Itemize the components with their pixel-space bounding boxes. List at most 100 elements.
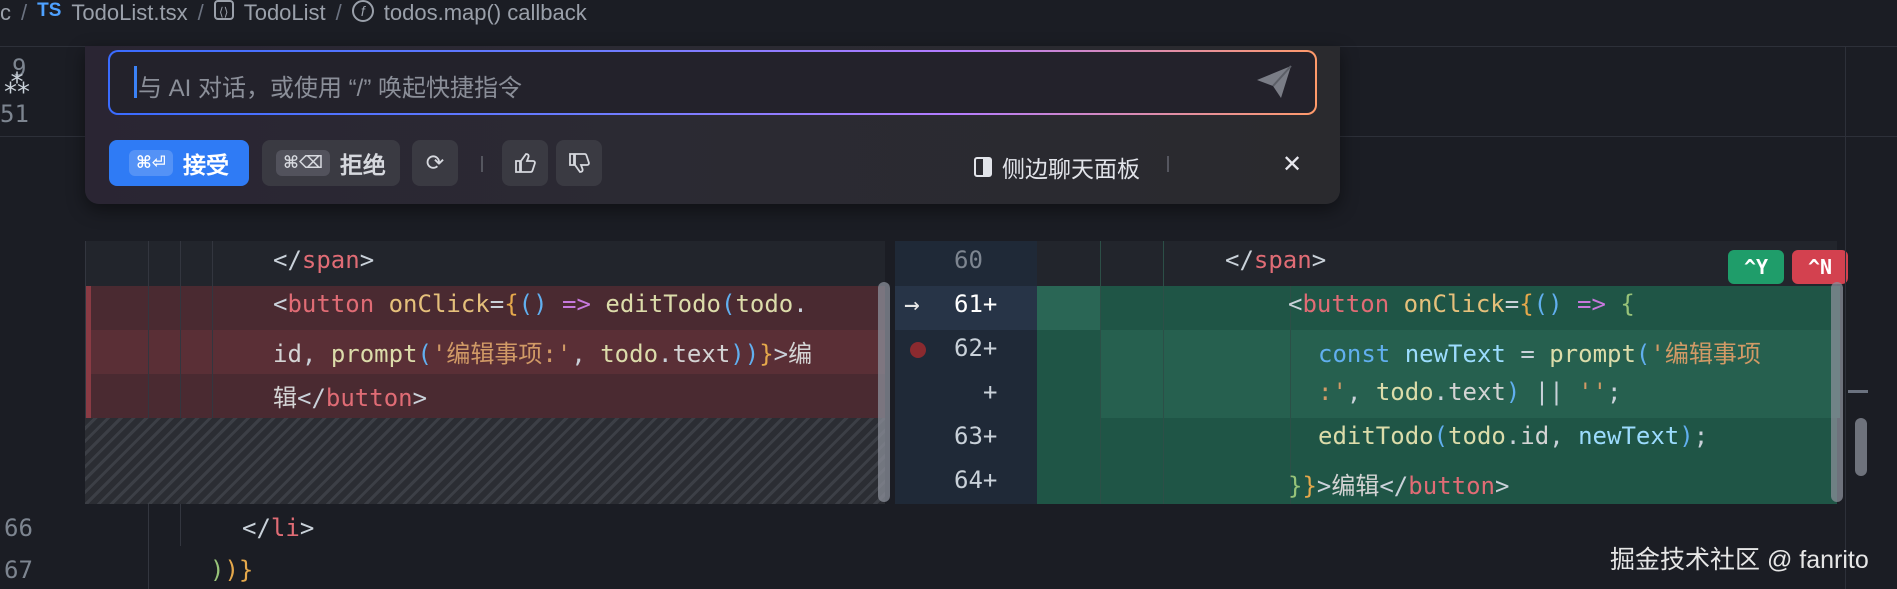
indent-guide	[212, 241, 213, 418]
code-token: '编辑事项	[1650, 340, 1761, 368]
send-icon[interactable]	[1255, 64, 1293, 100]
code-line: }}>编辑</button>	[1288, 472, 1510, 500]
side-panel-icon	[974, 157, 992, 177]
chat-input[interactable]: 与 AI 对话，或使用 “/” 唤起快捷指令	[108, 50, 1317, 115]
code-line: </span>	[273, 246, 375, 274]
added-indent-highlight	[1037, 286, 1100, 330]
close-icon[interactable]: ✕	[1282, 150, 1302, 178]
accept-button[interactable]: ⌘⏎ 接受	[109, 140, 249, 186]
code-token: 编辑	[1331, 472, 1380, 500]
breadcrumb-separator: /	[335, 0, 342, 25]
accept-change-button[interactable]: ^Y	[1728, 250, 1784, 284]
editor-scroll-track	[1845, 46, 1846, 589]
code-token: todo	[1448, 422, 1506, 450]
overview-ruler-mark	[1848, 390, 1868, 393]
breadcrumb-component[interactable]: TodoList	[244, 0, 326, 26]
code-token: prompt	[330, 340, 418, 368]
inline-chat-panel: 与 AI 对话，或使用 “/” 唤起快捷指令 ⌘⏎ 接受 ⌘⌫ 拒绝 ⟳ 侧边聊…	[85, 46, 1340, 204]
code-token: id	[273, 340, 302, 368]
line-number: 66	[4, 514, 33, 542]
side-chat-panel-button[interactable]: 侧边聊天面板	[974, 150, 1140, 184]
code-token: const	[1318, 340, 1391, 368]
code-line: ))}	[210, 556, 254, 584]
code-token: button	[1408, 472, 1495, 500]
code-token: prompt	[1549, 340, 1636, 368]
code-token: button	[325, 384, 413, 412]
toolbar-divider	[481, 156, 483, 172]
indent-guide	[85, 241, 86, 418]
code-line: editTodo(todo.id, newText);	[1318, 422, 1709, 450]
diff-gutter	[895, 241, 1037, 504]
code-token: todo	[600, 340, 659, 368]
indent-guide	[148, 504, 149, 589]
code-token: onClick	[388, 290, 490, 318]
accept-shortcut: ⌘⏎	[128, 150, 173, 176]
code-token: 辑	[273, 384, 297, 412]
left-context-line	[85, 241, 885, 286]
breadcrumb: c / TS TodoList.tsx / ⟨⟩ TodoList / f to…	[0, 0, 1897, 47]
accept-label: 接受	[183, 152, 229, 178]
code-token: :'	[1318, 378, 1347, 406]
reject-button[interactable]: ⌘⌫ 拒绝	[262, 140, 400, 186]
code-token: '编辑事项:'	[431, 340, 572, 368]
line-number: 62+	[954, 334, 998, 362]
code-token: newText	[1578, 422, 1680, 450]
code-token: editTodo	[1318, 422, 1434, 450]
editor-scrollbar[interactable]	[1855, 418, 1867, 476]
toolbar-divider	[1167, 156, 1169, 172]
code-token: todo	[1375, 378, 1434, 406]
indent-guide	[148, 241, 149, 418]
code-line: 辑</button>	[273, 384, 428, 412]
left-scrollbar[interactable]	[878, 282, 890, 502]
indent-guide	[180, 241, 181, 418]
code-line: </li>	[242, 514, 315, 542]
code-token: text	[672, 340, 731, 368]
line-number: 61+	[954, 290, 998, 318]
arrow-right-icon: →	[904, 290, 920, 320]
breadcrumb-file[interactable]: TodoList.tsx	[71, 0, 187, 26]
indent-guide	[1163, 241, 1164, 504]
code-line: const newText = prompt('编辑事项	[1318, 340, 1761, 368]
component-icon: ⟨⟩	[213, 0, 234, 20]
line-number: 64+	[954, 466, 998, 494]
code-token: newText	[1404, 340, 1506, 368]
line-number: +	[983, 378, 998, 406]
text-cursor	[134, 66, 137, 98]
code-token: span	[1253, 246, 1312, 274]
thumbs-down-button[interactable]	[556, 140, 602, 186]
reject-label: 拒绝	[339, 152, 386, 178]
refresh-icon: ⟳	[425, 150, 445, 175]
code-token: span	[301, 246, 360, 274]
line-number: 63+	[954, 422, 998, 450]
indent-guide	[180, 504, 181, 546]
line-number: 67	[4, 556, 33, 584]
breadcrumb-callback[interactable]: todos.map() callback	[384, 0, 587, 26]
right-scrollbar[interactable]	[1831, 282, 1843, 502]
code-line: :', todo.text) || '';	[1318, 378, 1622, 406]
code-line: id, prompt('编辑事项:', todo.text))}>编	[273, 340, 813, 368]
reject-change-button[interactable]: ^N	[1792, 250, 1848, 284]
code-line: <button onClick={() => {	[1288, 290, 1635, 318]
breakpoint-icon[interactable]	[910, 342, 926, 358]
code-token: button	[1302, 290, 1390, 318]
diff-placeholder-hatch	[85, 418, 885, 504]
code-token: button	[287, 290, 375, 318]
breadcrumb-prefix[interactable]: c	[0, 0, 11, 26]
sparkle-icon: ⁂	[4, 70, 30, 100]
chat-input-placeholder: 与 AI 对话，或使用 “/” 唤起快捷指令	[138, 75, 522, 102]
regenerate-button[interactable]: ⟳	[412, 140, 458, 186]
code-token: todo	[735, 290, 794, 318]
thumbs-down-icon	[569, 153, 590, 173]
code-token: ''	[1578, 378, 1608, 406]
code-line: <button onClick={() => editTodo(todo.	[273, 290, 808, 318]
code-token: 编	[788, 340, 813, 368]
indent-guide	[1100, 241, 1101, 504]
code-line: </span>	[1225, 246, 1327, 274]
reject-shortcut: ⌘⌫	[276, 150, 330, 176]
thumbs-up-icon	[515, 153, 536, 173]
typescript-file-icon: TS	[37, 0, 62, 21]
code-token: onClick	[1403, 290, 1505, 318]
right-context-line	[1037, 241, 1837, 286]
code-token: li	[270, 514, 300, 542]
thumbs-up-button[interactable]	[502, 140, 548, 186]
